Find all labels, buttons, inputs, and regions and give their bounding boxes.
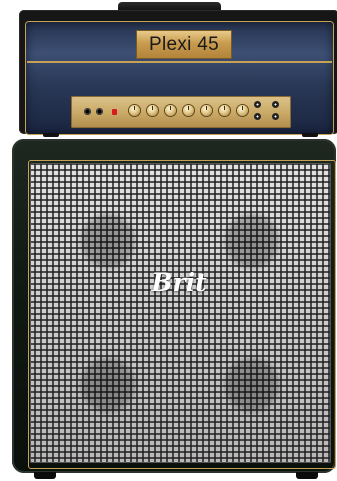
- standby-switch[interactable]: [254, 101, 261, 108]
- speaker-grill: [30, 163, 331, 463]
- volume-2-knob[interactable]: [219, 105, 230, 116]
- middle-knob[interactable]: [165, 105, 176, 116]
- volume-1-knob[interactable]: [201, 105, 212, 116]
- speaker-bottom-left: [78, 355, 138, 415]
- cabinet-foot-right: [296, 472, 318, 479]
- cabinet-foot-left: [34, 472, 56, 479]
- mode-switch[interactable]: [254, 113, 261, 120]
- input-jack-1[interactable]: [84, 108, 91, 115]
- treble-knob[interactable]: [183, 105, 194, 116]
- master-knob[interactable]: [237, 105, 248, 116]
- head-foot-left: [43, 133, 59, 137]
- bass-knob[interactable]: [147, 105, 158, 116]
- input-jack-2[interactable]: [96, 108, 103, 115]
- pilot-light-icon: [112, 109, 117, 115]
- speaker-top-left: [78, 211, 138, 271]
- head-foot-right: [302, 133, 318, 137]
- bright-switch[interactable]: [272, 113, 279, 120]
- speaker-top-right: [222, 211, 282, 271]
- presence-knob[interactable]: [129, 105, 140, 116]
- cabinet-brand-logo: Brit: [151, 268, 207, 297]
- amp-model-logo: Plexi 45: [136, 30, 232, 59]
- power-switch[interactable]: [272, 101, 279, 108]
- speaker-bottom-right: [222, 355, 282, 415]
- panel-divider: [27, 61, 332, 63]
